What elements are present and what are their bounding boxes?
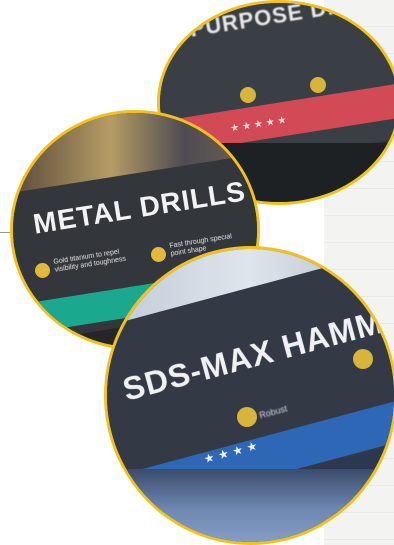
feature-icon xyxy=(240,87,256,103)
feature-icon xyxy=(35,263,50,278)
feature-icon xyxy=(310,77,326,93)
feature-icon xyxy=(353,349,373,369)
sds-max-sign-photo: SDS-MAX HAMMER DRILLS Robust ★★★★ xyxy=(104,246,394,545)
shelf-products xyxy=(107,469,394,542)
feature-icon xyxy=(237,407,257,427)
